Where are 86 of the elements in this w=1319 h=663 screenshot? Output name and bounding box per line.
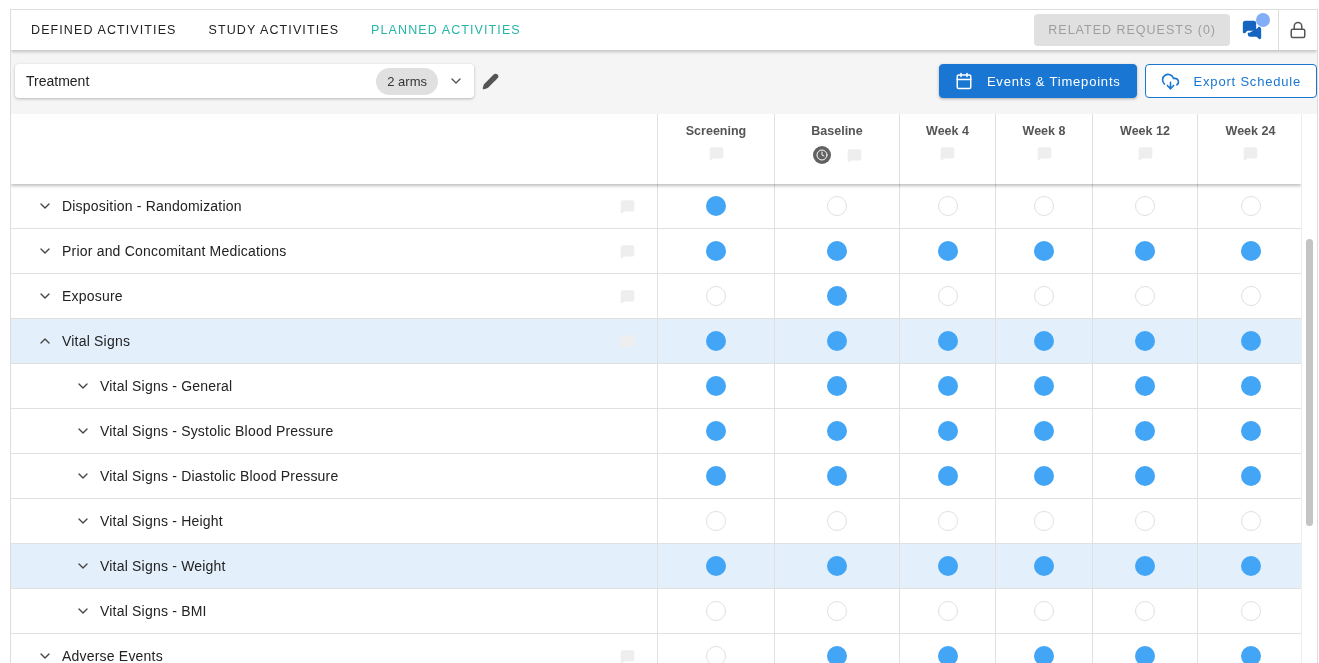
notification-dot [1256,13,1270,27]
activity-name: Vital Signs - BMI [100,603,208,619]
schedule-dot[interactable] [1135,376,1155,396]
column-header: Baseline [811,124,863,138]
lock-icon[interactable] [1289,21,1307,39]
schedule-dot[interactable] [1240,241,1261,261]
schedule-dot[interactable] [1034,556,1054,576]
column-header: Screening [685,124,747,138]
activity-row[interactable]: Vital Signs - Height [11,499,1302,544]
activity-row[interactable]: Vital Signs - Diastolic Blood Pressure [11,454,1302,499]
column-header: Week 8 [1022,124,1066,138]
activity-name: Vital Signs [62,333,132,349]
column-header: Week 12 [1120,124,1170,138]
schedule-dot[interactable] [937,376,958,396]
schedule-dot[interactable] [706,196,726,216]
arm-select[interactable]: Treatment 2 arms [15,64,474,98]
activity-row[interactable]: Vital Signs - Weight [11,544,1302,589]
activity-row[interactable]: Prior and Concomitant Medications [11,229,1302,274]
select-value: Treatment [26,73,91,89]
activity-row[interactable]: Vital Signs - General [11,364,1302,409]
activity-name: Vital Signs - Weight [100,558,227,574]
schedule-dot[interactable] [1135,421,1155,441]
schedule-dot[interactable] [937,556,958,576]
schedule-dot[interactable] [1240,376,1261,396]
events-button[interactable]: Events & Timepoints [938,64,1137,98]
activity-name: Disposition - Randomization [62,198,243,214]
schedule-dot[interactable] [827,331,847,351]
schedule-dot[interactable] [937,466,958,486]
schedule-dot[interactable] [827,466,847,486]
activity-row[interactable]: Exposure [11,274,1302,319]
schedule-dot[interactable] [937,241,958,261]
schedule-dot[interactable] [706,421,726,441]
schedule-dot[interactable] [706,556,726,576]
pencil-icon [482,72,499,90]
schedule-dot[interactable] [1034,376,1054,396]
schedule-dot[interactable] [1034,466,1054,486]
schedule-dot[interactable] [1034,421,1054,441]
schedule-dot[interactable] [1034,241,1054,261]
schedule-dot[interactable] [827,241,847,261]
activity-row[interactable]: Vital Signs [11,319,1302,364]
schedule-dot[interactable] [1034,646,1054,663]
schedule-dot[interactable] [827,376,847,396]
activity-name: Vital Signs - General [100,378,234,394]
schedule-dot[interactable] [937,421,958,441]
arms-chip: 2 arms [376,67,438,95]
schedule-dot[interactable] [1135,331,1155,351]
schedule-dot[interactable] [1135,241,1155,261]
export-button[interactable]: Export Schedule [1144,64,1317,98]
chat-icon[interactable] [1242,20,1262,40]
tab[interactable]: DEFINED ACTIVITIES [21,10,187,50]
schedule-dot[interactable] [706,466,726,486]
cloud-download-icon [1160,71,1180,91]
calendar-icon [954,72,973,90]
schedule-dot[interactable] [827,556,847,576]
schedule-dot[interactable] [706,241,726,261]
schedule-dot[interactable] [1135,466,1155,486]
schedule-dot[interactable] [1240,556,1261,576]
scrollbar-thumb[interactable] [1306,239,1313,526]
schedule-dot[interactable] [1034,331,1054,351]
activity-name: Vital Signs - Systolic Blood Pressure [100,423,335,439]
activity-name: Vital Signs - Height [100,513,224,529]
schedule-dot[interactable] [1135,646,1155,663]
schedule-dot[interactable] [1240,331,1261,351]
column-header: Week 4 [926,124,969,138]
schedule-dot[interactable] [937,646,958,663]
activity-name: Vital Signs - Diastolic Blood Pressure [100,468,340,484]
column-header: Week 24 [1225,124,1276,138]
schedule-dot[interactable] [827,646,847,663]
activity-name: Exposure [62,288,124,304]
clock-icon[interactable] [812,146,831,164]
activity-row[interactable]: Disposition - Randomization [11,184,1302,229]
schedule-dot[interactable] [1135,556,1155,576]
edit-button[interactable] [482,72,499,90]
activity-name: Adverse Events [62,648,164,663]
schedule-dot[interactable] [1240,646,1261,663]
schedule-dot[interactable] [937,331,958,351]
schedule-dot[interactable] [1240,466,1261,486]
schedule-dot[interactable] [706,331,726,351]
schedule-dot[interactable] [827,286,847,306]
activity-row[interactable]: Vital Signs - BMI [11,589,1302,634]
activity-row[interactable]: Vital Signs - Systolic Blood Pressure [11,409,1302,454]
tab[interactable]: STUDY ACTIVITIES [198,10,350,50]
activity-name: Prior and Concomitant Medications [62,243,288,259]
schedule-dot[interactable] [706,376,726,396]
schedule-dot[interactable] [827,421,847,441]
schedule-dot[interactable] [1240,421,1261,441]
